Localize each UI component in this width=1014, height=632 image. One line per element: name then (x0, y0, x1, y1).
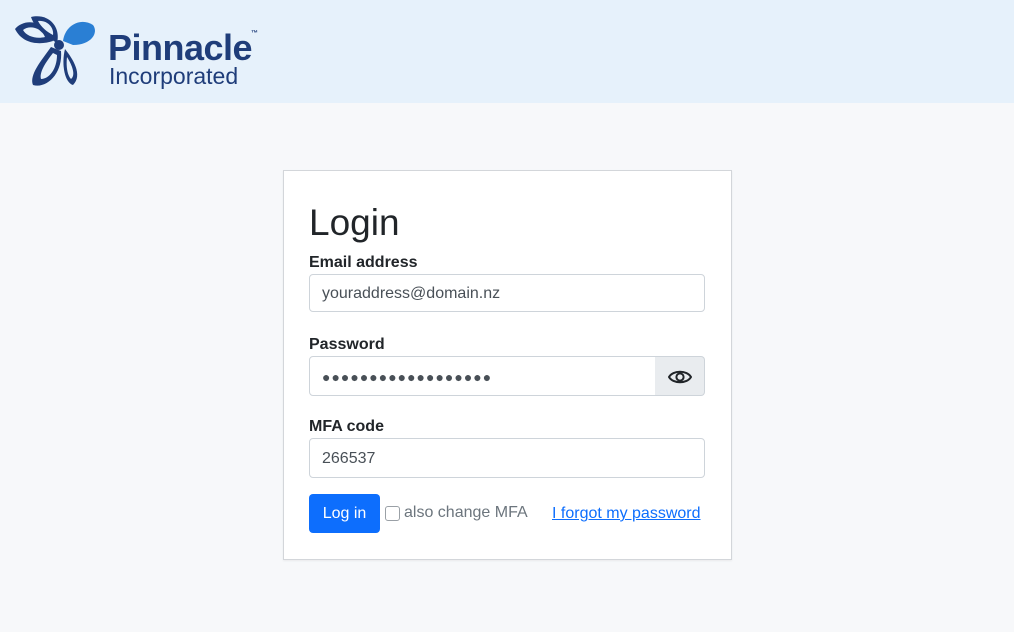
brand-logo[interactable]: Pinnacle ™ Incorporated (11, 15, 261, 89)
login-button[interactable]: Log in (309, 494, 380, 533)
also-change-mfa-label[interactable]: also change MFA (404, 504, 528, 522)
password-field[interactable]: ●●●●●●●●●●●●●●●●●● (309, 356, 656, 396)
also-change-mfa-checkbox[interactable] (385, 506, 400, 521)
password-label: Password (309, 336, 385, 353)
brand-trademark: ™ (251, 30, 258, 37)
page-title: Login (309, 202, 400, 243)
email-label: Email address (309, 254, 418, 271)
mfa-code-field[interactable]: 266537 (309, 438, 705, 478)
forgot-password-link[interactable]: I forgot my password (552, 505, 701, 523)
eye-icon (668, 370, 692, 384)
toggle-password-visibility-button[interactable] (655, 356, 705, 396)
email-field[interactable]: youraddress@domain.nz (309, 274, 705, 312)
login-card: Login Email address youraddress@domain.n… (283, 170, 732, 560)
mfa-label: MFA code (309, 418, 384, 435)
brand-name: Pinnacle (108, 27, 253, 68)
page-header: Pinnacle ™ Incorporated (0, 0, 1014, 103)
pinnacle-flower-logo-icon (15, 16, 95, 86)
brand-subtitle: Incorporated (109, 63, 239, 89)
